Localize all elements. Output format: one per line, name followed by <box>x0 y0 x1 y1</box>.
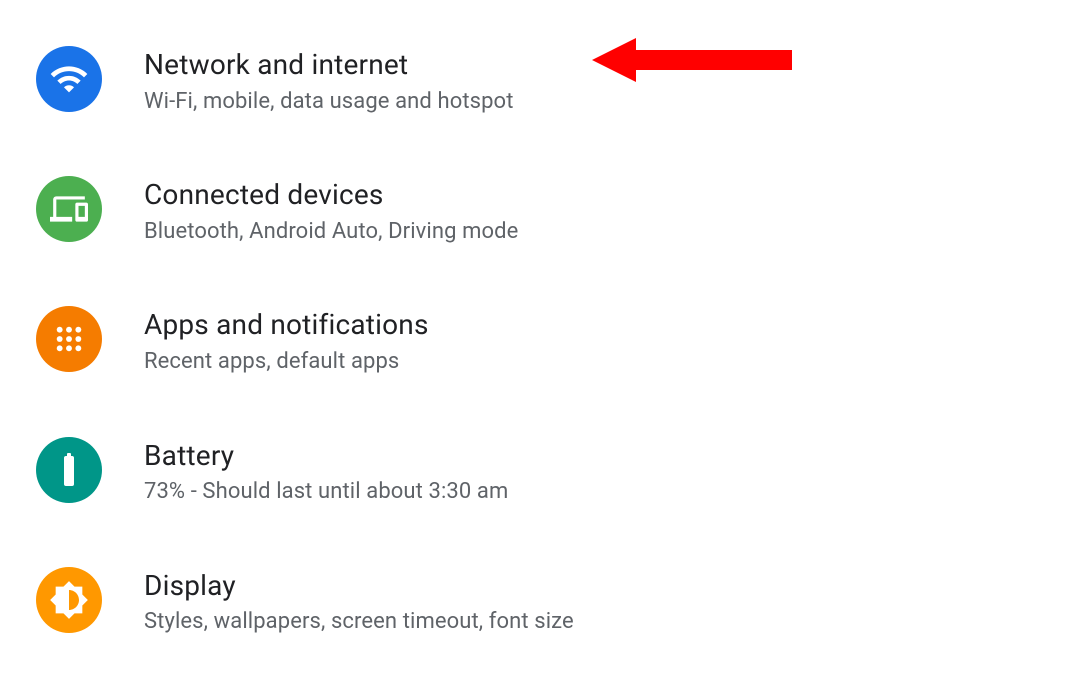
settings-item-subtitle: Recent apps, default apps <box>144 348 429 377</box>
settings-item-title: Display <box>144 569 574 603</box>
settings-item-apps[interactable]: Apps and notifications Recent apps, defa… <box>0 288 1080 418</box>
wifi-icon <box>36 46 102 112</box>
settings-item-text: Connected devices Bluetooth, Android Aut… <box>144 176 518 246</box>
devices-icon <box>36 176 102 242</box>
settings-list: Network and internet Wi-Fi, mobile, data… <box>0 0 1080 679</box>
settings-item-title: Network and internet <box>144 48 514 82</box>
settings-item-title: Apps and notifications <box>144 308 429 342</box>
settings-item-display[interactable]: Display Styles, wallpapers, screen timeo… <box>0 549 1080 679</box>
display-icon <box>36 567 102 633</box>
settings-item-title: Connected devices <box>144 178 518 212</box>
settings-item-text: Battery 73% - Should last until about 3:… <box>144 437 508 507</box>
apps-icon <box>36 306 102 372</box>
settings-item-network[interactable]: Network and internet Wi-Fi, mobile, data… <box>0 28 1080 158</box>
settings-item-connected-devices[interactable]: Connected devices Bluetooth, Android Aut… <box>0 158 1080 288</box>
settings-item-subtitle: Bluetooth, Android Auto, Driving mode <box>144 218 518 247</box>
settings-item-subtitle: 73% - Should last until about 3:30 am <box>144 478 508 507</box>
settings-item-subtitle: Styles, wallpapers, screen timeout, font… <box>144 608 574 637</box>
battery-icon <box>36 437 102 503</box>
settings-item-text: Network and internet Wi-Fi, mobile, data… <box>144 46 514 116</box>
settings-item-battery[interactable]: Battery 73% - Should last until about 3:… <box>0 419 1080 549</box>
settings-item-title: Battery <box>144 439 508 473</box>
settings-item-text: Display Styles, wallpapers, screen timeo… <box>144 567 574 637</box>
settings-item-text: Apps and notifications Recent apps, defa… <box>144 306 429 376</box>
settings-item-subtitle: Wi-Fi, mobile, data usage and hotspot <box>144 88 514 117</box>
